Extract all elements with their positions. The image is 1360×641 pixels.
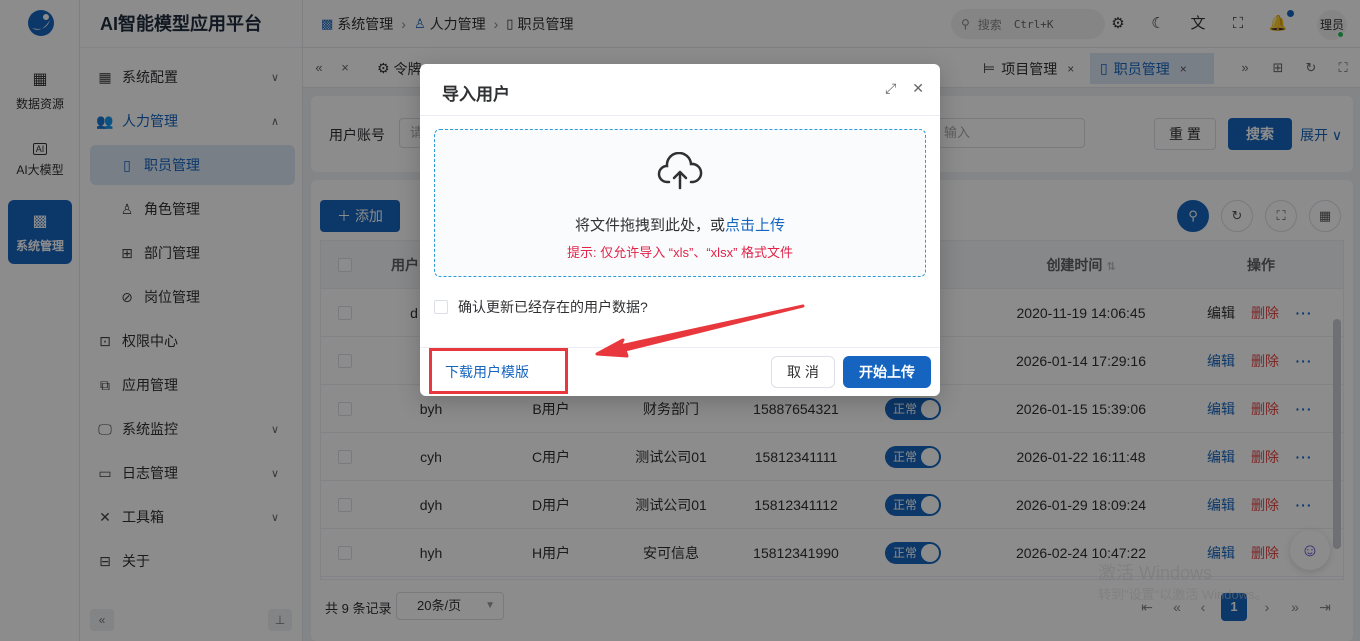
windows-watermark: 激活 Windows 转到"设置"以激活 Windows。 [1098, 562, 1268, 606]
annotation-highlight-box [429, 348, 568, 394]
drop-text: 将文件拖拽到此处，或 [574, 217, 725, 234]
cloud-upload-icon [657, 152, 703, 190]
dropzone-text: 将文件拖拽到此处，或点击上传 [435, 214, 925, 235]
update-existing-label[interactable]: 确认更新已经存在的用户数据? [458, 297, 648, 317]
dialog-title: 导入用户 [442, 85, 510, 104]
divider [420, 115, 940, 116]
watermark-line1: 激活 Windows [1098, 563, 1213, 583]
close-icon[interactable]: ✕ [912, 80, 924, 96]
click-upload-link[interactable]: 点击上传 [725, 217, 785, 234]
update-existing-checkbox[interactable] [434, 300, 448, 314]
start-upload-button[interactable]: 开始上传 [843, 356, 931, 388]
maximize-icon[interactable]: ⤢ [885, 80, 896, 96]
dialog-tools: ⤢ ✕ [869, 80, 924, 97]
format-tip: 提示: 仅允许导入 “xls”、“xlsx” 格式文件 [566, 245, 794, 260]
cancel-button[interactable]: 取 消 [771, 356, 835, 388]
watermark-line2: 转到"设置"以激活 Windows。 [1098, 587, 1268, 602]
upload-dropzone[interactable]: 将文件拖拽到此处，或点击上传 提示: 仅允许导入 “xls”、“xlsx” 格式… [434, 129, 926, 277]
import-users-dialog: 导入用户 ⤢ ✕ 将文件拖拽到此处，或点击上传 提示: 仅允许导入 “xls”、“… [420, 64, 940, 396]
